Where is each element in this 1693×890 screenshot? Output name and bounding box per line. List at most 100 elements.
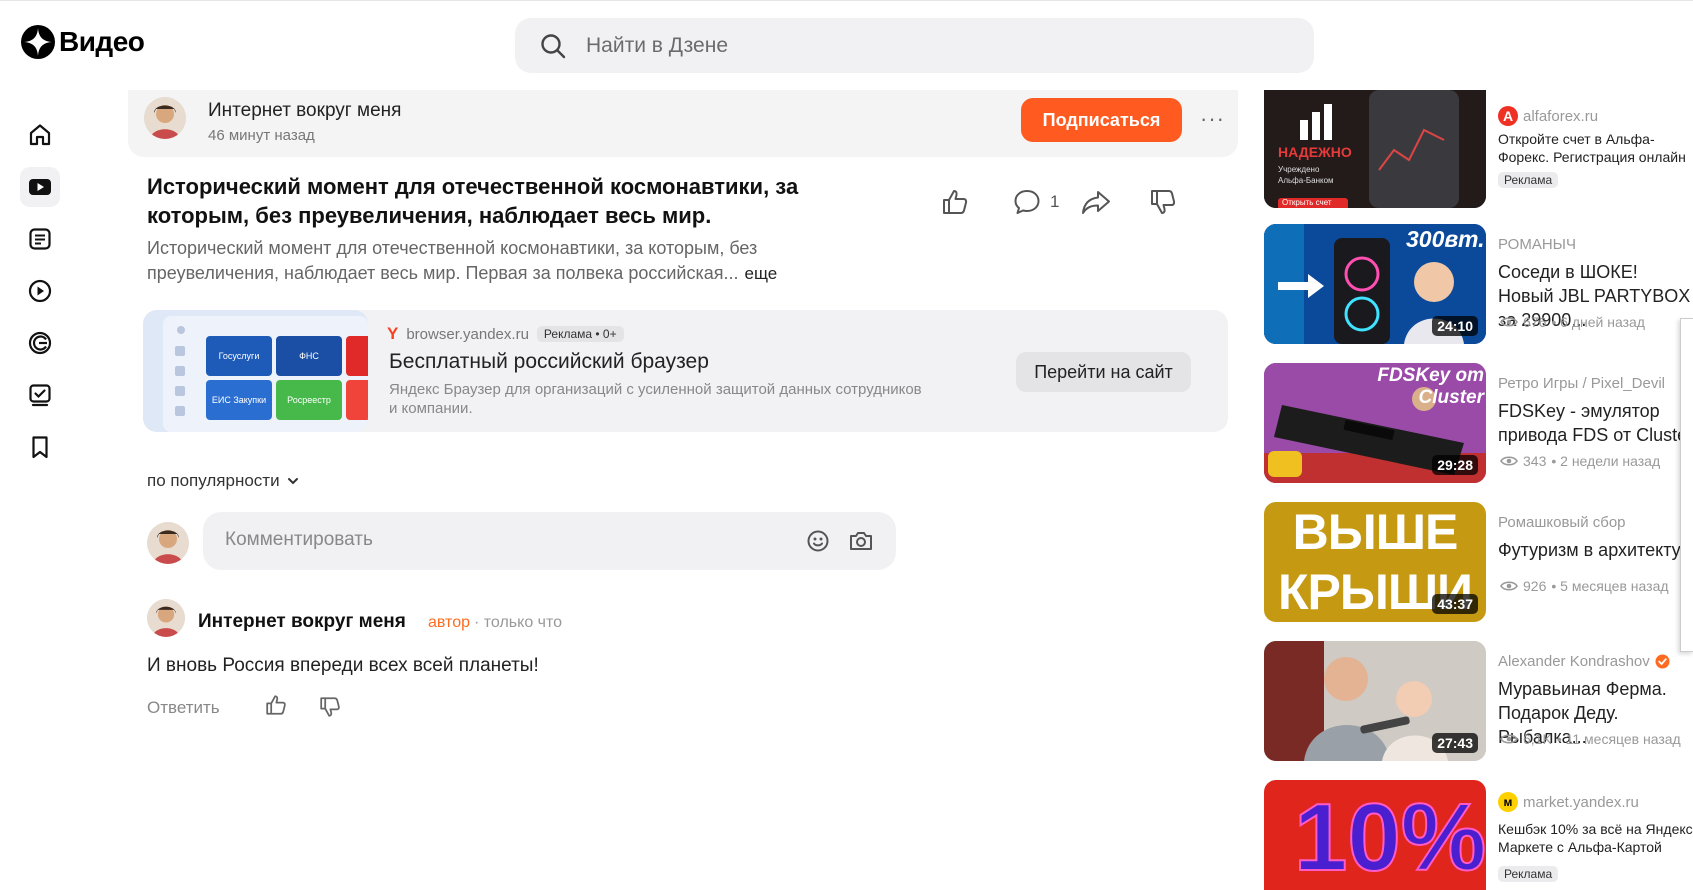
rec-duration: 43:37 <box>1432 594 1478 614</box>
views-icon <box>1500 317 1518 327</box>
ad-image: Госуслуги ФНС ЕИС Закупки Росреестр <box>143 310 368 432</box>
comments-sort-dropdown[interactable]: по популярности <box>147 471 300 491</box>
comment-icon <box>1014 190 1040 214</box>
comment-box[interactable] <box>203 512 896 570</box>
nav-video[interactable] <box>20 167 60 207</box>
search-bar[interactable] <box>515 18 1314 73</box>
comment-dislike-icon[interactable] <box>318 695 342 719</box>
yandex-logo-icon: Y <box>387 324 399 343</box>
nav-clips[interactable] <box>20 271 60 311</box>
nav-channels[interactable] <box>20 323 60 363</box>
ad-domain: browser.yandex.ru <box>406 325 529 343</box>
rec-meta: 343 • 2 недели назад <box>1500 453 1660 469</box>
like-button[interactable] <box>940 187 970 222</box>
rec-thumb-button: Открыть счет <box>1282 198 1332 207</box>
rec-duration: 29:28 <box>1432 455 1478 475</box>
comments-button[interactable]: 1 <box>1012 187 1059 217</box>
search-icon <box>541 33 566 58</box>
rec-meta: 926 • 5 месяцев назад <box>1500 578 1669 594</box>
comment-author-name[interactable]: Интернет вокруг меня <box>198 611 406 633</box>
rec-views: 343 <box>1523 453 1547 469</box>
comments-count: 1 <box>1050 192 1060 211</box>
post-author-name[interactable]: Интернет вокруг меня <box>208 100 401 122</box>
dzen-video-logo[interactable]: Видео <box>21 25 145 59</box>
rec-duration: 27:43 <box>1432 733 1478 753</box>
camera-icon[interactable] <box>848 529 874 553</box>
yandex-market-logo-icon: м <box>1498 792 1518 812</box>
tasks-icon <box>29 384 51 407</box>
nav-home[interactable] <box>20 115 60 155</box>
top-border <box>0 0 1693 1</box>
recommendation-item[interactable]: ВЫШЕ КРЫШИ 43:37 Ромашковый сбор Футуриз… <box>1264 502 1693 622</box>
rec-thumbnail: 10% <box>1264 780 1486 890</box>
rec-views: 926 <box>1523 578 1547 594</box>
subscribe-button[interactable]: Подписаться <box>1021 98 1182 142</box>
rec-thumbnail: НАДЕЖНО Учреждено Альфа-Банком Открыть с… <box>1264 90 1486 208</box>
ad-tile-extra-1 <box>346 336 368 376</box>
rec-thumbnail: FDSKey от Cluster 29:28 <box>1264 363 1486 483</box>
recommendation-item[interactable]: 10% м market.yandex.ru Кешбэк 10% за всё… <box>1264 780 1693 890</box>
nav-tasks[interactable] <box>20 375 60 415</box>
ad-title[interactable]: Бесплатный российский браузер <box>389 350 709 374</box>
ad-source: Y browser.yandex.ru Реклама • 0+ <box>387 324 624 344</box>
rec-title: Футуризм в архитектуре <box>1498 540 1693 560</box>
rec-age: • 11 месяцев назад <box>1556 731 1681 747</box>
rec-thumbnail: ВЫШЕ КРЫШИ 43:37 <box>1264 502 1486 622</box>
rec-source: Alexander Kondrashov <box>1498 653 1670 670</box>
rec-source-name: Alexander Kondrashov <box>1498 653 1650 670</box>
emoji-icon[interactable] <box>806 529 830 553</box>
nav-articles[interactable] <box>20 219 60 259</box>
bookmark-icon <box>32 436 48 459</box>
excerpt-more-link[interactable]: еще <box>744 264 777 283</box>
current-user-avatar <box>147 522 189 564</box>
thumbs-up-icon <box>943 190 968 214</box>
more-options-icon[interactable]: ··· <box>1200 106 1225 132</box>
rec-thumb-subtitle: Учреждено Альфа-Банком <box>1278 165 1334 185</box>
recommendation-item[interactable]: FDSKey от Cluster 29:28 Ретро Игры / Pix… <box>1264 363 1693 483</box>
rec-views: 6,1K <box>1523 731 1552 747</box>
sort-label: по популярности <box>147 471 280 490</box>
chevron-down-icon <box>287 478 298 485</box>
rec-age: • 5 месяцев назад <box>1551 578 1669 594</box>
alfa-logo-icon: A <box>1498 106 1518 126</box>
rec-source: A alfaforex.ru <box>1498 106 1598 126</box>
share-button[interactable] <box>1080 187 1112 222</box>
channels-icon <box>28 331 52 355</box>
share-icon <box>1082 191 1110 214</box>
comment-author-avatar[interactable] <box>147 599 185 637</box>
nav-bookmarks[interactable] <box>20 427 60 467</box>
dislike-button[interactable] <box>1148 187 1178 222</box>
side-popup-edge <box>1680 318 1693 652</box>
search-input[interactable] <box>584 32 1268 59</box>
home-icon <box>29 124 51 146</box>
comment-like-icon[interactable] <box>264 693 288 717</box>
views-icon <box>1500 734 1518 744</box>
comment-time: · только что <box>474 614 563 631</box>
rec-ad-badge: Реклама <box>1498 172 1559 188</box>
rec-title: FDSKey - эмулятор привода FDS от Cluster <box>1498 401 1693 445</box>
rec-thumbnail: 27:43 <box>1264 641 1486 761</box>
clips-icon <box>28 279 52 303</box>
recommendation-item[interactable]: НАДЕЖНО Учреждено Альфа-Банком Открыть с… <box>1264 90 1693 210</box>
views-icon <box>1500 581 1518 591</box>
verified-badge-icon <box>1655 654 1670 669</box>
post-excerpt: Исторический момент для отечественной ко… <box>147 236 837 286</box>
rec-title: Кешбэк 10% за всё на Яндекс Маркете с Ал… <box>1498 821 1693 855</box>
recommendation-item[interactable]: 27:43 Alexander Kondrashov Муравьиная Фе… <box>1264 641 1693 761</box>
ad-tile-eis: ЕИС Закупки <box>206 380 272 420</box>
ad-visit-button[interactable]: Перейти на сайт <box>1016 352 1191 392</box>
rec-thumbnail: 300вт. 24:10 <box>1264 224 1486 344</box>
rec-title: Откройте счет в Альфа-Форекс. Регистраци… <box>1498 131 1686 165</box>
comment-input[interactable] <box>223 528 787 552</box>
rec-source-name: РОМАНЫЧ <box>1498 236 1576 253</box>
recommendation-item[interactable]: 300вт. 24:10 РОМАНЫЧ Соседи в ШОКЕ! Новы… <box>1264 224 1693 344</box>
views-icon <box>1500 456 1518 466</box>
articles-icon <box>29 228 51 250</box>
rec-source-name: Ретро Игры / Pixel_Devil <box>1498 375 1665 392</box>
reply-button[interactable]: Ответить <box>147 698 220 718</box>
author-avatar[interactable] <box>144 97 186 139</box>
rec-source-name: alfaforex.ru <box>1523 107 1599 125</box>
rec-meta: 676 • 6 дней назад <box>1500 314 1645 330</box>
ad-banner[interactable]: Госуслуги ФНС ЕИС Закупки Росреестр Y br… <box>143 310 1228 432</box>
logo-text: Видео <box>59 26 145 57</box>
